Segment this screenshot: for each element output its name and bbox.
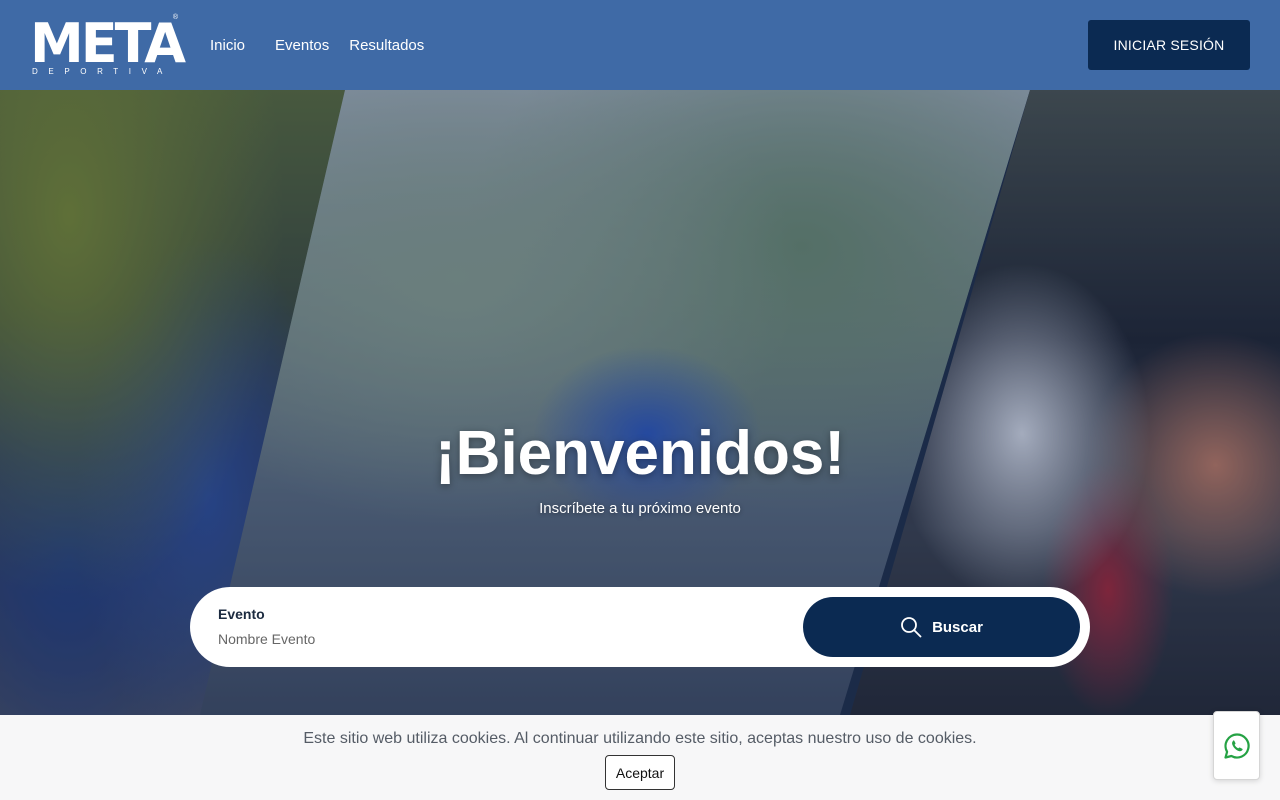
search-icon xyxy=(901,617,922,638)
accept-cookies-button[interactable]: Aceptar xyxy=(605,755,675,790)
hero-subtitle: Inscríbete a tu próximo evento xyxy=(539,500,741,517)
main-nav: Inicio Eventos Resultados xyxy=(210,0,444,90)
site-header: META ® DEPORTIVA Inicio Eventos Resultad… xyxy=(0,0,1280,90)
nav-item-eventos[interactable]: Eventos xyxy=(275,37,329,54)
logo-registered-mark: ® xyxy=(172,14,178,21)
search-label: Evento xyxy=(218,606,265,622)
whatsapp-button[interactable] xyxy=(1213,711,1260,780)
login-button[interactable]: INICIAR SESIÓN xyxy=(1088,20,1250,70)
nav-item-inicio[interactable]: Inicio xyxy=(210,37,245,54)
nav-item-resultados[interactable]: Resultados xyxy=(349,37,424,54)
hero-banner: ¡Bienvenidos! Inscríbete a tu próximo ev… xyxy=(0,90,1280,715)
search-button[interactable]: Buscar xyxy=(803,597,1080,657)
event-search-form: Evento Buscar xyxy=(190,587,1090,667)
search-button-label: Buscar xyxy=(932,618,983,636)
cookie-message: Este sitio web utiliza cookies. Al conti… xyxy=(303,730,977,747)
event-search-input[interactable] xyxy=(218,627,778,651)
hero-title: ¡Bienvenidos! xyxy=(435,419,845,488)
logo-wordmark: META xyxy=(30,12,186,75)
whatsapp-icon xyxy=(1223,732,1250,759)
logo-subtitle: DEPORTIVA xyxy=(32,67,173,76)
cookie-consent-bar: Este sitio web utiliza cookies. Al conti… xyxy=(0,715,1280,800)
meta-deportiva-logo[interactable]: META ® DEPORTIVA xyxy=(30,12,186,76)
